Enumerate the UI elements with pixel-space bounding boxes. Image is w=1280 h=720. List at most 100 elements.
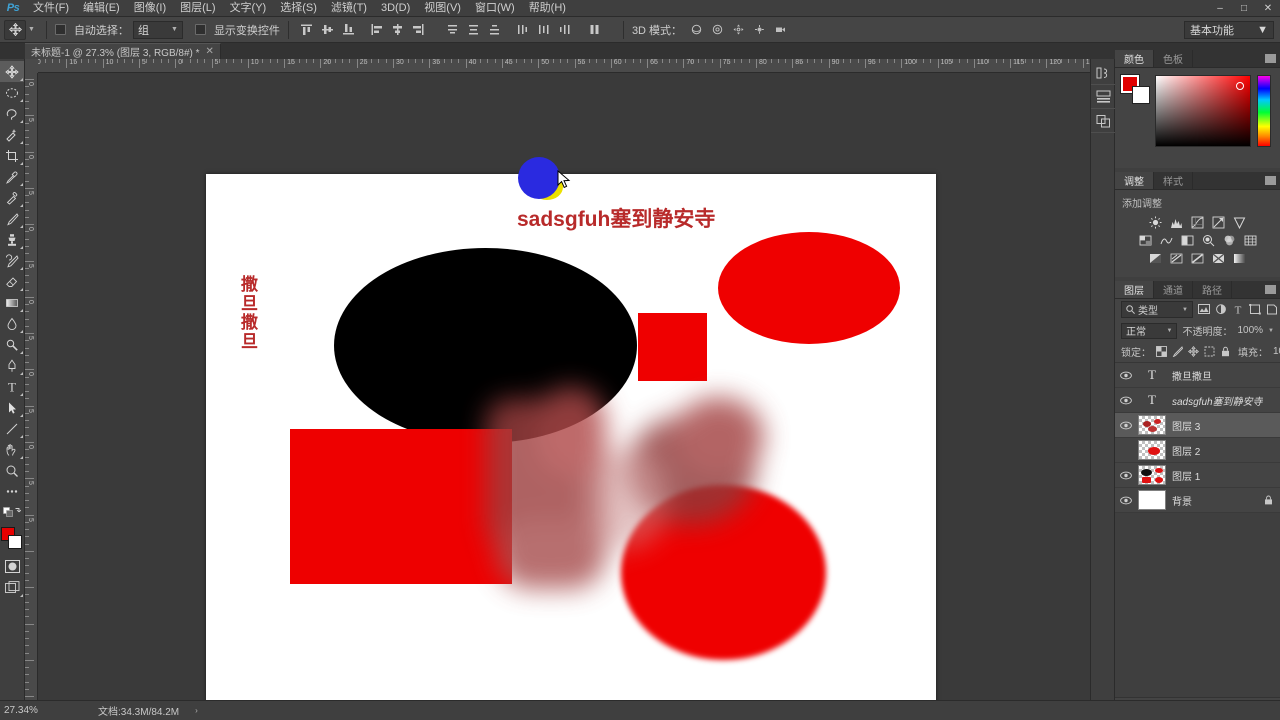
blur-tool[interactable] [0, 313, 24, 334]
layer-row-3[interactable]: 图层 3 [1115, 413, 1280, 438]
minimize-button[interactable]: – [1208, 0, 1232, 17]
menu-type[interactable]: 文字(Y) [223, 0, 274, 17]
menu-edit[interactable]: 编辑(E) [76, 0, 127, 17]
eye-icon[interactable] [1120, 394, 1132, 406]
distribute-bottom-icon[interactable] [485, 20, 505, 40]
distribute-vertical-center-icon[interactable] [464, 20, 484, 40]
edit-toolbar-button[interactable] [0, 481, 24, 502]
align-left-edges-icon[interactable] [367, 20, 387, 40]
tool-preset-caret-icon[interactable]: ▼ [28, 26, 35, 33]
maximize-button[interactable]: □ [1232, 0, 1256, 17]
move-tool-icon[interactable] [4, 19, 26, 40]
gradient-tool[interactable] [0, 292, 24, 313]
line-tool[interactable] [0, 418, 24, 439]
tab-color[interactable]: 颜色 [1115, 50, 1154, 67]
exposure-icon[interactable] [1211, 215, 1226, 229]
panel-menu-icon[interactable] [1265, 176, 1276, 185]
menu-help[interactable]: 帮助(H) [522, 0, 573, 17]
chevron-down-icon[interactable]: ▼ [1268, 328, 1274, 334]
color-panel-swatches[interactable] [1120, 74, 1150, 104]
tab-swatches[interactable]: 色板 [1154, 50, 1193, 67]
smart-object-filter-icon[interactable] [1266, 302, 1278, 317]
color-balance-icon[interactable] [1159, 233, 1174, 247]
auto-select-checkbox[interactable] [54, 24, 66, 35]
menu-view[interactable]: 视图(V) [417, 0, 468, 17]
menu-filter[interactable]: 滤镜(T) [324, 0, 374, 17]
align-vertical-centers-icon[interactable] [318, 20, 338, 40]
move-tool[interactable] [0, 61, 24, 82]
3d-scale-icon[interactable] [770, 20, 790, 40]
screen-mode-button[interactable] [0, 577, 24, 598]
auto-select-scope-dropdown[interactable]: 组 ▼ [132, 20, 183, 39]
lock-all-icon[interactable] [1220, 345, 1231, 358]
status-expander-icon[interactable]: › [195, 706, 198, 715]
history-brush-tool[interactable] [0, 250, 24, 271]
canvas-surface[interactable]: sadsgfuh塞到静安寺 撒旦撒旦 3DMAX学习群：778502600 [38, 73, 1090, 700]
tab-adjustments[interactable]: 调整 [1115, 172, 1154, 189]
brush-tool[interactable] [0, 208, 24, 229]
vertical-ruler[interactable]: 0505050505055 [25, 73, 38, 700]
type-filter-icon[interactable]: T [1232, 302, 1244, 317]
layer-row-1[interactable]: 图层 1 [1115, 463, 1280, 488]
workspace-selector[interactable]: 基本功能 ▼ [1184, 20, 1274, 39]
document-canvas[interactable]: sadsgfuh塞到静安寺 撒旦撒旦 [206, 174, 936, 700]
threshold-icon[interactable] [1190, 251, 1205, 265]
hue-saturation-icon[interactable] [1138, 233, 1153, 247]
clone-stamp-tool[interactable] [0, 229, 24, 250]
close-button[interactable]: ✕ [1256, 0, 1280, 17]
menu-window[interactable]: 窗口(W) [468, 0, 522, 17]
marquee-tool[interactable] [0, 82, 24, 103]
tab-paths[interactable]: 路径 [1193, 281, 1232, 298]
lock-image-pixels-icon[interactable] [1172, 345, 1183, 358]
healing-brush-tool[interactable] [0, 187, 24, 208]
tab-styles[interactable]: 样式 [1154, 172, 1193, 189]
pixel-filter-icon[interactable] [1198, 302, 1210, 317]
libraries-icon[interactable] [1091, 109, 1116, 133]
posterize-icon[interactable] [1169, 251, 1184, 265]
zoom-level[interactable]: 27.34% [4, 705, 82, 716]
color-lookup-icon[interactable] [1243, 233, 1258, 247]
menu-image[interactable]: 图像(I) [127, 0, 173, 17]
menu-file[interactable]: 文件(F) [26, 0, 76, 17]
menu-select[interactable]: 选择(S) [273, 0, 324, 17]
quick-mask-button[interactable] [0, 556, 24, 577]
crop-tool[interactable] [0, 145, 24, 166]
pen-tool[interactable] [0, 355, 24, 376]
channel-mixer-icon[interactable] [1222, 233, 1237, 247]
horizontal-ruler[interactable]: 2015105051015202530354045505560657075808… [38, 59, 1090, 73]
menu-3d[interactable]: 3D(D) [374, 0, 417, 17]
quick-selection-tool[interactable] [0, 124, 24, 145]
photo-filter-icon[interactable] [1201, 233, 1216, 247]
black-white-icon[interactable] [1180, 233, 1195, 247]
color-picker-field[interactable] [1155, 75, 1251, 147]
hue-slider[interactable] [1257, 75, 1271, 147]
distribute-top-icon[interactable] [443, 20, 463, 40]
background-color-swatch[interactable] [1132, 86, 1150, 104]
panel-menu-icon[interactable] [1265, 54, 1276, 63]
eye-icon-hidden[interactable] [1120, 444, 1132, 456]
color-swatches[interactable] [0, 526, 24, 552]
layer-row-2[interactable]: 图层 2 [1115, 438, 1280, 463]
align-top-edges-icon[interactable] [297, 20, 317, 40]
levels-icon[interactable] [1169, 215, 1184, 229]
selective-color-icon[interactable] [1232, 251, 1247, 265]
adjustment-filter-icon[interactable] [1215, 302, 1227, 317]
zoom-tool[interactable] [0, 460, 24, 481]
3d-roll-icon[interactable] [707, 20, 727, 40]
layer-row-background[interactable]: 背景 [1115, 488, 1280, 513]
3d-rotate-icon[interactable] [686, 20, 706, 40]
align-right-edges-icon[interactable] [409, 20, 429, 40]
layer-filter-type-dropdown[interactable]: 类型 ▼ [1121, 301, 1193, 318]
close-icon[interactable]: ✕ [206, 46, 214, 57]
lock-position-icon[interactable] [1188, 345, 1199, 358]
lasso-tool[interactable] [0, 103, 24, 124]
eye-icon[interactable] [1120, 369, 1132, 381]
lock-artboard-nesting-icon[interactable] [1204, 345, 1215, 358]
layer-row-text-1[interactable]: T 撒旦撒旦 [1115, 363, 1280, 388]
eye-icon[interactable] [1120, 494, 1132, 506]
blend-mode-dropdown[interactable]: 正常 ▼ [1121, 322, 1178, 339]
history-icon[interactable] [1091, 61, 1116, 85]
background-color-swatch[interactable] [8, 535, 22, 549]
show-transform-checkbox[interactable] [194, 24, 206, 35]
curves-icon[interactable] [1190, 215, 1205, 229]
